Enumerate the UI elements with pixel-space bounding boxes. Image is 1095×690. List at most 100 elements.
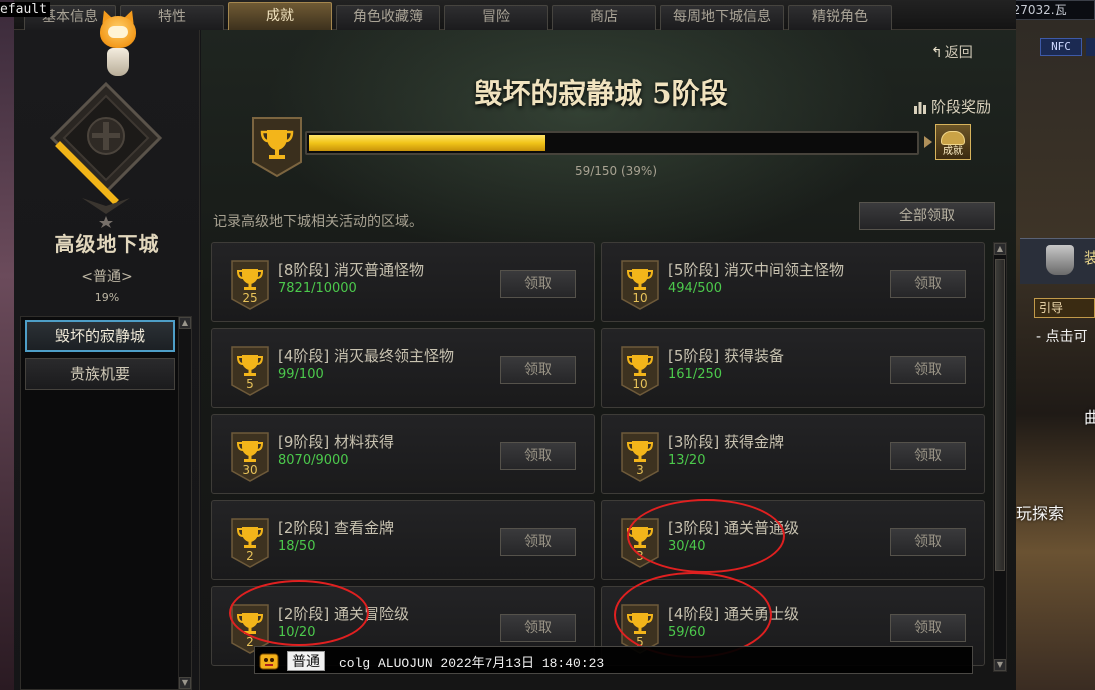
scroll-down-arrow-icon[interactable]: ▼ (994, 659, 1006, 671)
stage-title: 毁坏的寂静城 5阶段 (474, 77, 728, 110)
achievement-progress: 10/20 (278, 625, 316, 640)
scroll-thumb[interactable] (995, 259, 1005, 571)
achievement-card: 2 [2阶段] 查看金牌 18/50 领取 (211, 500, 595, 580)
achievement-title: [8阶段] 消灭普通怪物 (278, 261, 425, 279)
achievement-points: 10 (632, 377, 648, 391)
click-hint: - 点击可 (1036, 329, 1088, 345)
claim-button[interactable]: 领取 (500, 442, 576, 470)
claim-button[interactable]: 领取 (500, 614, 576, 642)
stage-reward-label: 阶段奖励 (931, 98, 992, 116)
quest-header: 装 (1020, 238, 1095, 284)
chat-text: colg ALUOJUN 2022年7月13日 18:40:23 (339, 656, 605, 671)
tab-achievements[interactable]: 成就 (228, 2, 332, 30)
achievement-progress: 18/50 (278, 539, 316, 554)
achievement-progress: 161/250 (668, 367, 723, 382)
achievement-title: [3阶段] 通关普通级 (668, 519, 800, 537)
stage-progress-bar (305, 131, 919, 155)
achievement-title: [4阶段] 通关勇士级 (668, 605, 800, 623)
mascot-icon (98, 2, 138, 82)
achievement-title: [3阶段] 获得金牌 (668, 433, 785, 451)
scroll-down-arrow-icon[interactable]: ▼ (179, 677, 191, 689)
tab-shop[interactable]: 商店 (552, 5, 656, 30)
achievement-points: 30 (242, 463, 258, 477)
quest-avatar-icon (1046, 245, 1074, 275)
chat-channel-tag: 普通 (287, 651, 325, 671)
achievement-points: 3 (636, 463, 644, 477)
achievement-progress: 30/40 (668, 539, 706, 554)
tab-elite-characters[interactable]: 精锐角色 (788, 5, 892, 30)
progress-arrow-icon (924, 136, 932, 148)
achievement-points: 3 (636, 549, 644, 563)
achievement-card: 3 [3阶段] 通关普通级 30/40 领取 (601, 500, 985, 580)
achievement-points: 10 (632, 291, 648, 305)
dungeon-category-title: 高级地下城 (54, 232, 160, 256)
side-char: 曲 (1084, 408, 1095, 427)
completion-percent: 19% (94, 291, 120, 304)
npc-button-edge (1086, 38, 1095, 56)
tab-weekly-dungeon[interactable]: 每周地下城信息 (660, 5, 784, 30)
claim-button[interactable]: 领取 (890, 356, 966, 384)
claim-button[interactable]: 领取 (890, 528, 966, 556)
achievement-progress: 13/20 (668, 453, 706, 468)
achievement-title: [4阶段] 消灭最终领主怪物 (278, 347, 455, 365)
character-window: 基本信息 特性 成就 角色收藏簿 冒险 商店 每周地下城信息 精锐角色 高级地下… (14, 0, 1016, 690)
achievement-title: [2阶段] 查看金牌 (278, 519, 395, 537)
achievement-card: 10 [5阶段] 获得装备 161/250 领取 (601, 328, 985, 408)
explore-label: 玩探索 (1016, 504, 1065, 523)
achievement-points: 25 (242, 291, 258, 305)
achievement-title: [9阶段] 材料获得 (278, 433, 395, 451)
achievement-card: 30 [9阶段] 材料获得 8070/9000 领取 (211, 414, 595, 494)
guide-button[interactable]: 引导 (1034, 298, 1095, 318)
stage-progress-fill (309, 135, 545, 151)
achievement-content: ↰ 返回 毁坏的寂静城 5阶段 阶段奖励 成就 59/150 (39%) 记录高… (201, 30, 1016, 690)
tab-bar: 基本信息 特性 成就 角色收藏簿 冒险 商店 每周地下城信息 精锐角色 (14, 0, 1016, 30)
achievement-card: 5 [4阶段] 消灭最终领主怪物 99/100 领取 (211, 328, 595, 408)
dungeon-list-scrollbar[interactable]: ▲ ▼ (178, 317, 191, 689)
achievement-card: 25 [8阶段] 消灭普通怪物 7821/10000 领取 (211, 242, 595, 322)
achievement-list-scrollbar[interactable]: ▲ ▼ (993, 242, 1007, 672)
stage-reward-button[interactable]: 阶段奖励 (913, 96, 991, 117)
achievement-progress: 7821/10000 (278, 281, 357, 296)
achievement-progress: 494/500 (668, 281, 723, 296)
claim-button[interactable]: 领取 (890, 442, 966, 470)
scroll-up-arrow-icon[interactable]: ▲ (179, 317, 191, 329)
achievement-list: 25 [8阶段] 消灭普通怪物 7821/10000 领取 10 [5阶段] 消灭中间领主… (211, 242, 989, 672)
reward-bars-icon (914, 102, 926, 114)
dungeon-emblem-icon (49, 81, 163, 228)
chat-emote-icon (259, 653, 279, 670)
difficulty-label: <普通> (81, 269, 133, 285)
achievement-progress: 59/60 (668, 625, 706, 640)
achievement-card: 10 [5阶段] 消灭中间领主怪物 494/500 领取 (601, 242, 985, 322)
game-left-edge (0, 0, 14, 690)
npc-button[interactable]: NFC (1040, 38, 1082, 56)
achievement-points: 5 (246, 377, 254, 391)
achievement-points: 2 (246, 549, 254, 563)
stage-progress-text: 59/150 (39%) (574, 164, 658, 178)
tab-adventure[interactable]: 冒险 (444, 5, 548, 30)
achievement-title: [2阶段] 通关冒险级 (278, 605, 410, 623)
reward-box-label: 成就 (943, 146, 963, 157)
quest-header-text: 装 (1084, 249, 1095, 267)
claim-all-button[interactable]: 全部领取 (859, 202, 995, 230)
debug-label: efault (0, 2, 50, 17)
achievement-progress: 8070/9000 (278, 453, 349, 468)
scroll-up-arrow-icon[interactable]: ▲ (994, 243, 1006, 255)
dungeon-item-noble-secrets[interactable]: 贵族机要 (25, 358, 175, 390)
claim-button[interactable]: 领取 (500, 356, 576, 384)
claim-button[interactable]: 领取 (500, 270, 576, 298)
claim-button[interactable]: 领取 (890, 614, 966, 642)
back-button[interactable]: ↰ 返回 (931, 42, 973, 62)
claim-button[interactable]: 领取 (890, 270, 966, 298)
claim-button[interactable]: 领取 (500, 528, 576, 556)
dungeon-list: 毁坏的寂静城 贵族机要 ▲ ▼ (20, 316, 192, 690)
achievement-title: [5阶段] 消灭中间领主怪物 (668, 261, 845, 279)
dungeon-item-silent-city[interactable]: 毁坏的寂静城 (25, 320, 175, 352)
chat-message: 普通 colg ALUOJUN 2022年7月13日 18:40:23 (254, 646, 973, 674)
return-arrow-icon: ↰ (931, 45, 943, 61)
achievement-progress: 99/100 (278, 367, 324, 382)
tab-collection[interactable]: 角色收藏簿 (336, 5, 440, 30)
achievement-card: 3 [3阶段] 获得金牌 13/20 领取 (601, 414, 985, 494)
achievement-title: [5阶段] 获得装备 (668, 347, 785, 365)
guide-button-label: 引导 (1039, 301, 1064, 315)
achievement-reward-box[interactable]: 成就 (935, 124, 971, 160)
